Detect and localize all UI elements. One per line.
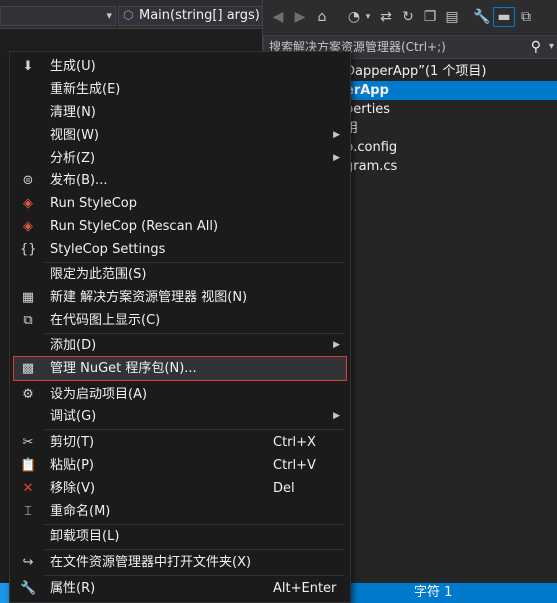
menu-item-label: 限定为此范围(S) bbox=[50, 267, 147, 282]
menu-item-run-stylecop[interactable]: ◈ Run StyleCop bbox=[10, 192, 350, 215]
member-dropdown[interactable]: ⬡ Main(string[] args) bbox=[118, 6, 264, 26]
method-icon: ⬡ bbox=[123, 8, 134, 22]
menu-item-run-stylecop-rescan[interactable]: ◈ Run StyleCop (Rescan All) bbox=[10, 215, 350, 238]
menu-item-shortcut: Alt+Enter bbox=[273, 581, 337, 596]
menu-item-label: 剪切(T) bbox=[50, 435, 95, 450]
submenu-arrow-icon: ▶ bbox=[333, 340, 340, 350]
gear-icon: ⚙ bbox=[22, 387, 34, 402]
menu-item-scope-to-this[interactable]: 限定为此范围(S) bbox=[10, 263, 350, 286]
menu-item-label: 在代码图上显示(C) bbox=[50, 313, 161, 328]
back-icon[interactable]: ◀ bbox=[269, 8, 287, 26]
wrench-icon: 🔧 bbox=[20, 581, 37, 596]
search-icon[interactable]: ⚲ bbox=[531, 36, 541, 58]
menu-item-label: 粘贴(P) bbox=[50, 458, 94, 473]
home-icon[interactable]: ⌂ bbox=[313, 8, 331, 26]
menu-item-manage-nuget[interactable]: ▩ 管理 NuGet 程序包(N)... bbox=[13, 356, 347, 381]
menu-item-label: 清理(N) bbox=[50, 105, 96, 120]
nuget-icon: ▩ bbox=[21, 361, 35, 376]
chevron-down-icon[interactable]: ▾ bbox=[549, 36, 554, 58]
status-char-position: 字符 1 bbox=[414, 585, 453, 600]
menu-item-show-on-code-map[interactable]: ⧉ 在代码图上显示(C) bbox=[10, 309, 350, 332]
menu-item-label: StyleCop Settings bbox=[50, 242, 166, 257]
menu-item-label: 调试(G) bbox=[50, 409, 97, 424]
menu-item-label: Run StyleCop bbox=[50, 196, 137, 211]
menu-item-stylecop-settings[interactable]: {} StyleCop Settings bbox=[10, 238, 350, 261]
menu-item-label: Run StyleCop (Rescan All) bbox=[50, 219, 219, 234]
remove-icon: ✕ bbox=[22, 481, 34, 496]
class-diagram-icon[interactable]: ⧉ bbox=[517, 8, 535, 26]
properties-wrench-icon[interactable]: 🔧 bbox=[473, 8, 491, 26]
menu-item-debug[interactable]: 调试(G) ▶ bbox=[10, 405, 350, 428]
menu-item-label: 在文件资源管理器中打开文件夹(X) bbox=[50, 555, 252, 570]
show-all-files-icon[interactable]: ▤ bbox=[443, 8, 461, 26]
menu-item-rebuild[interactable]: 重新生成(E) bbox=[10, 78, 350, 101]
menu-item-label: 视图(W) bbox=[50, 128, 99, 143]
menu-item-unload-project[interactable]: 卸载项目(L) bbox=[10, 525, 350, 548]
menu-item-clean[interactable]: 清理(N) bbox=[10, 101, 350, 124]
pending-changes-icon[interactable]: ◔ bbox=[345, 8, 363, 26]
menu-item-label: 移除(V) bbox=[50, 481, 96, 496]
menu-item-shortcut: Ctrl+X bbox=[273, 435, 316, 450]
menu-separator bbox=[44, 429, 344, 430]
project-context-menu: ⬇ 生成(U) 重新生成(E) 清理(N) 视图(W) ▶ 分析(Z) ▶ ⊜ … bbox=[9, 51, 351, 603]
cut-icon: ✂ bbox=[22, 435, 34, 450]
menu-item-label: 属性(R) bbox=[50, 581, 96, 596]
menu-item-set-startup[interactable]: ⚙ 设为启动项目(A) bbox=[10, 383, 350, 406]
menu-item-label: 重新生成(E) bbox=[50, 82, 121, 97]
stylecop-icon: ◈ bbox=[23, 196, 33, 211]
menu-item-label: 添加(D) bbox=[50, 338, 97, 353]
tree-solution-node[interactable]: DapperApp”(1 个项目) bbox=[345, 62, 487, 81]
chevron-down-icon[interactable]: ▾ bbox=[363, 8, 373, 26]
chevron-down-icon: ▾ bbox=[106, 9, 112, 22]
forward-icon[interactable]: ▶ bbox=[291, 8, 309, 26]
menu-item-publish[interactable]: ⊜ 发布(B)... bbox=[10, 169, 350, 192]
menu-item-shortcut: Del bbox=[273, 481, 295, 496]
menu-item-cut[interactable]: ✂ 剪切(T) Ctrl+X bbox=[10, 431, 350, 454]
collapse-all-icon[interactable]: ❐ bbox=[421, 8, 439, 26]
menu-item-paste[interactable]: 📋 粘贴(P) Ctrl+V bbox=[10, 454, 350, 477]
menu-item-properties[interactable]: 🔧 属性(R) Alt+Enter bbox=[10, 577, 350, 600]
code-map-icon: ⧉ bbox=[23, 313, 33, 328]
menu-item-label: 卸载项目(L) bbox=[50, 529, 120, 544]
solution-explorer-toolbar: ◀ ▶ ⌂ ◔ ▾ ⇄ ↻ ❐ ▤ 🔧 ▬ ⧉ bbox=[263, 0, 557, 34]
menu-item-label: 分析(Z) bbox=[50, 151, 96, 166]
type-dropdown[interactable]: ▾ bbox=[0, 6, 116, 26]
menu-item-analyze[interactable]: 分析(Z) ▶ bbox=[10, 147, 350, 170]
menu-item-view[interactable]: 视图(W) ▶ bbox=[10, 124, 350, 147]
tree-program-cs-node[interactable]: gram.cs bbox=[345, 157, 397, 176]
build-icon: ⬇ bbox=[22, 59, 34, 74]
submenu-arrow-icon: ▶ bbox=[333, 411, 340, 421]
member-dropdown-label: Main(string[] args) bbox=[139, 8, 260, 23]
new-view-icon: ▦ bbox=[21, 290, 35, 305]
publish-icon: ⊜ bbox=[22, 173, 34, 188]
menu-item-rename[interactable]: ⌶ 重命名(M) bbox=[10, 500, 350, 523]
menu-item-label: 新建 解决方案资源管理器 视图(N) bbox=[50, 290, 248, 305]
menu-item-shortcut: Ctrl+V bbox=[273, 458, 316, 473]
menu-item-add[interactable]: 添加(D) ▶ bbox=[10, 334, 350, 357]
submenu-arrow-icon: ▶ bbox=[333, 153, 340, 163]
menu-separator bbox=[44, 549, 344, 550]
menu-separator bbox=[44, 575, 344, 576]
rename-icon: ⌶ bbox=[24, 504, 32, 519]
preview-selected-icon[interactable]: ▬ bbox=[493, 7, 515, 27]
menu-item-new-explorer-view[interactable]: ▦ 新建 解决方案资源管理器 视图(N) bbox=[10, 286, 350, 309]
menu-item-remove[interactable]: ✕ 移除(V) Del bbox=[10, 477, 350, 500]
tree-app-config-node[interactable]: p.config bbox=[345, 138, 397, 157]
submenu-arrow-icon: ▶ bbox=[333, 130, 340, 140]
paste-icon: 📋 bbox=[20, 458, 37, 473]
menu-item-open-in-explorer[interactable]: ↪ 在文件资源管理器中打开文件夹(X) bbox=[10, 551, 350, 574]
sync-icon[interactable]: ⇄ bbox=[377, 8, 395, 26]
menu-item-label: 发布(B)... bbox=[50, 173, 108, 188]
menu-item-build[interactable]: ⬇ 生成(U) bbox=[10, 55, 350, 78]
open-folder-icon: ↪ bbox=[22, 555, 34, 570]
refresh-icon[interactable]: ↻ bbox=[399, 8, 417, 26]
menu-item-label: 生成(U) bbox=[50, 59, 96, 74]
menu-item-label: 管理 NuGet 程序包(N)... bbox=[50, 361, 197, 376]
tree-properties-node[interactable]: perties bbox=[345, 100, 390, 119]
editor-navigation-bar: ▾ ⬡ Main(string[] args) bbox=[0, 0, 264, 29]
menu-item-label: 重命名(M) bbox=[50, 504, 111, 519]
stylecop-icon: ◈ bbox=[23, 219, 33, 234]
braces-icon: {} bbox=[20, 242, 37, 257]
menu-item-label: 设为启动项目(A) bbox=[50, 387, 148, 402]
